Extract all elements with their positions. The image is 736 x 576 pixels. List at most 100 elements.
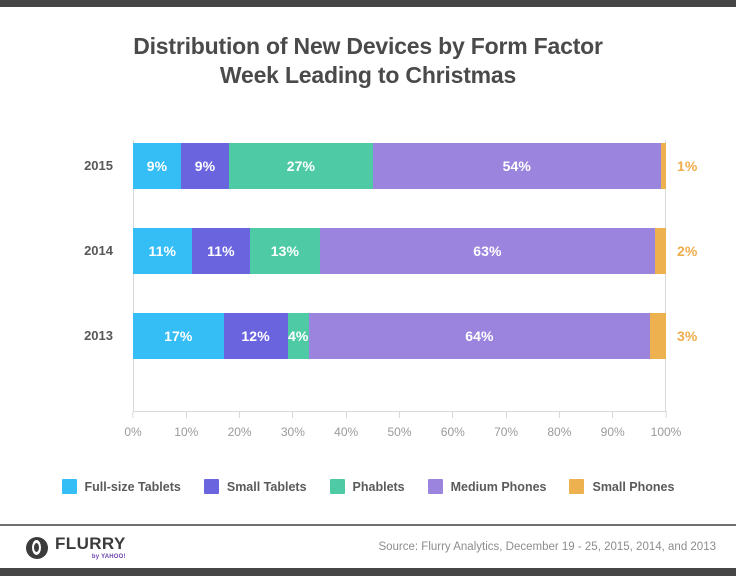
tick-label: 70%	[494, 425, 519, 439]
segment-value-label: 11%	[207, 243, 235, 259]
legend-item[interactable]: Medium Phones	[427, 479, 547, 494]
legend-swatch	[329, 479, 345, 494]
segment-value-label: 64%	[465, 328, 494, 344]
bar-segment[interactable]: 54%	[372, 143, 661, 189]
stacked-segments: 9% 9% 27% 54% 1%	[133, 143, 697, 189]
x-axis-tick: 40%	[334, 412, 358, 439]
bar-segment[interactable]: 9%	[180, 143, 229, 189]
stacked-segments: 11% 11% 13% 63% 2%	[133, 228, 697, 274]
x-axis-ticks: 0% 10% 20% 30% 40% 50% 60% 70% 80% 90% 100%	[124, 412, 681, 452]
segment-value-label: 17%	[164, 328, 193, 344]
x-axis-tick: 90%	[601, 412, 625, 439]
tick-label: 30%	[280, 425, 305, 439]
chart-title-block: Distribution of New Devices by Form Fact…	[0, 7, 736, 90]
source-note: Source: Flurry Analytics, December 19 - …	[378, 541, 716, 553]
tick-label: 10%	[174, 425, 199, 439]
tick-mark	[452, 412, 454, 418]
bar-segment[interactable]: 17%	[133, 313, 224, 359]
x-axis-tick: 70%	[494, 412, 518, 439]
x-axis-tick: 100%	[650, 412, 682, 439]
tick-label: 90%	[600, 425, 625, 439]
category-label: 2014	[84, 243, 113, 258]
tick-mark	[132, 412, 134, 418]
bar-row: 2014 11% 11% 13% 63% 2%	[84, 228, 697, 274]
legend-label: Full-size Tablets	[84, 479, 181, 494]
tick-label: 60%	[440, 425, 465, 439]
segment-value-label: 1%	[676, 158, 698, 174]
bar-segment[interactable]: 11%	[133, 228, 192, 274]
tick-label: 40%	[334, 425, 359, 439]
legend-label: Phablets	[352, 479, 405, 494]
flurry-eye-icon	[26, 536, 48, 559]
stacked-segments: 17% 12% 4% 64% 3%	[133, 313, 697, 359]
x-axis-tick: 10%	[174, 412, 198, 439]
legend-label: Small Phones	[592, 479, 675, 494]
segment-value-label: 54%	[502, 158, 531, 174]
chart-container: Distribution of New Devices by Form Fact…	[0, 0, 736, 576]
tick-mark	[399, 412, 400, 418]
chart-subtitle: Week Leading to Christmas	[219, 62, 517, 88]
segment-value-label: 63%	[473, 243, 502, 259]
legend-item[interactable]: Small Phones	[569, 479, 674, 494]
bar-segment[interactable]: 4%	[287, 313, 309, 359]
bar-segment[interactable]: 63%	[319, 228, 656, 274]
bar-segment[interactable]: 3%	[649, 313, 697, 359]
tick-mark	[292, 412, 294, 418]
bar-segment[interactable]: 27%	[228, 143, 373, 189]
legend-swatch	[61, 479, 77, 494]
bar-segment[interactable]: 11%	[191, 228, 251, 274]
tick-mark	[345, 412, 347, 418]
chart-body: Distribution of New Devices by Form Fact…	[0, 7, 736, 576]
legend-item[interactable]: Full-size Tablets	[61, 479, 181, 494]
category-label: 2015	[84, 158, 113, 173]
bar-segment[interactable]: 12%	[223, 313, 288, 359]
flurry-logo: FLURRY by YAHOO!	[26, 535, 126, 560]
segment-value-label: 12%	[241, 328, 270, 344]
tick-mark	[185, 412, 187, 418]
segment-value-label: 4%	[288, 328, 309, 344]
logo-wordmark: FLURRY	[55, 534, 126, 553]
segment-value-label: 27%	[286, 158, 316, 174]
bar-row: 2015 9% 9% 27% 54% 1%	[84, 143, 697, 189]
x-axis-tick: 80%	[547, 412, 571, 439]
bar-segment[interactable]: 1%	[660, 143, 697, 189]
tick-mark	[505, 412, 507, 418]
legend-item[interactable]: Small Tablets	[203, 479, 307, 494]
bar-segment[interactable]: 9%	[133, 143, 181, 189]
x-axis-tick: 30%	[281, 412, 305, 439]
segment-value-label: 11%	[148, 243, 177, 259]
legend-swatch	[569, 479, 585, 494]
tick-mark	[239, 412, 241, 418]
legend-label: Medium Phones	[450, 479, 547, 494]
tick-label: 20%	[227, 425, 252, 439]
tick-label: 0%	[124, 425, 142, 439]
plot-wrapper: 2015 9% 9% 27% 54% 1% 2014 11% 11% 13% 63% 2% 2013 17…	[0, 125, 736, 455]
segment-value-label: 9%	[146, 158, 168, 174]
segment-value-label: 13%	[270, 243, 300, 259]
bar-segment[interactable]: 13%	[250, 228, 320, 274]
x-axis-tick: 20%	[228, 412, 252, 439]
segment-value-label: 2%	[676, 243, 698, 259]
logo-subtext: by YAHOO!	[91, 554, 126, 560]
bar-row: 2013 17% 12% 4% 64% 3%	[84, 313, 697, 359]
tick-label: 50%	[387, 425, 412, 439]
bar-segment[interactable]: 2%	[655, 228, 697, 274]
tick-label: 100%	[650, 425, 682, 439]
segment-value-label: 9%	[194, 158, 216, 174]
top-rule	[0, 0, 736, 7]
x-axis-tick: 50%	[387, 412, 412, 439]
x-axis-tick: 60%	[441, 412, 465, 439]
tick-mark	[612, 412, 614, 418]
chart-legend: Full-size Tablets Small Tablets Phablets Me…	[0, 479, 736, 494]
x-axis-tick: 0%	[124, 412, 142, 439]
bar-segment[interactable]: 64%	[308, 313, 650, 359]
legend-item[interactable]: Phablets	[329, 479, 405, 494]
legend-swatch	[427, 479, 443, 494]
legend-label: Small Tablets	[226, 479, 307, 494]
segment-value-label: 3%	[676, 328, 698, 344]
legend-swatch	[203, 479, 219, 494]
tick-mark	[665, 412, 667, 418]
category-label: 2013	[84, 328, 113, 343]
tick-label: 80%	[547, 425, 572, 439]
chart-title: Distribution of New Devices by Form Fact…	[133, 33, 603, 59]
